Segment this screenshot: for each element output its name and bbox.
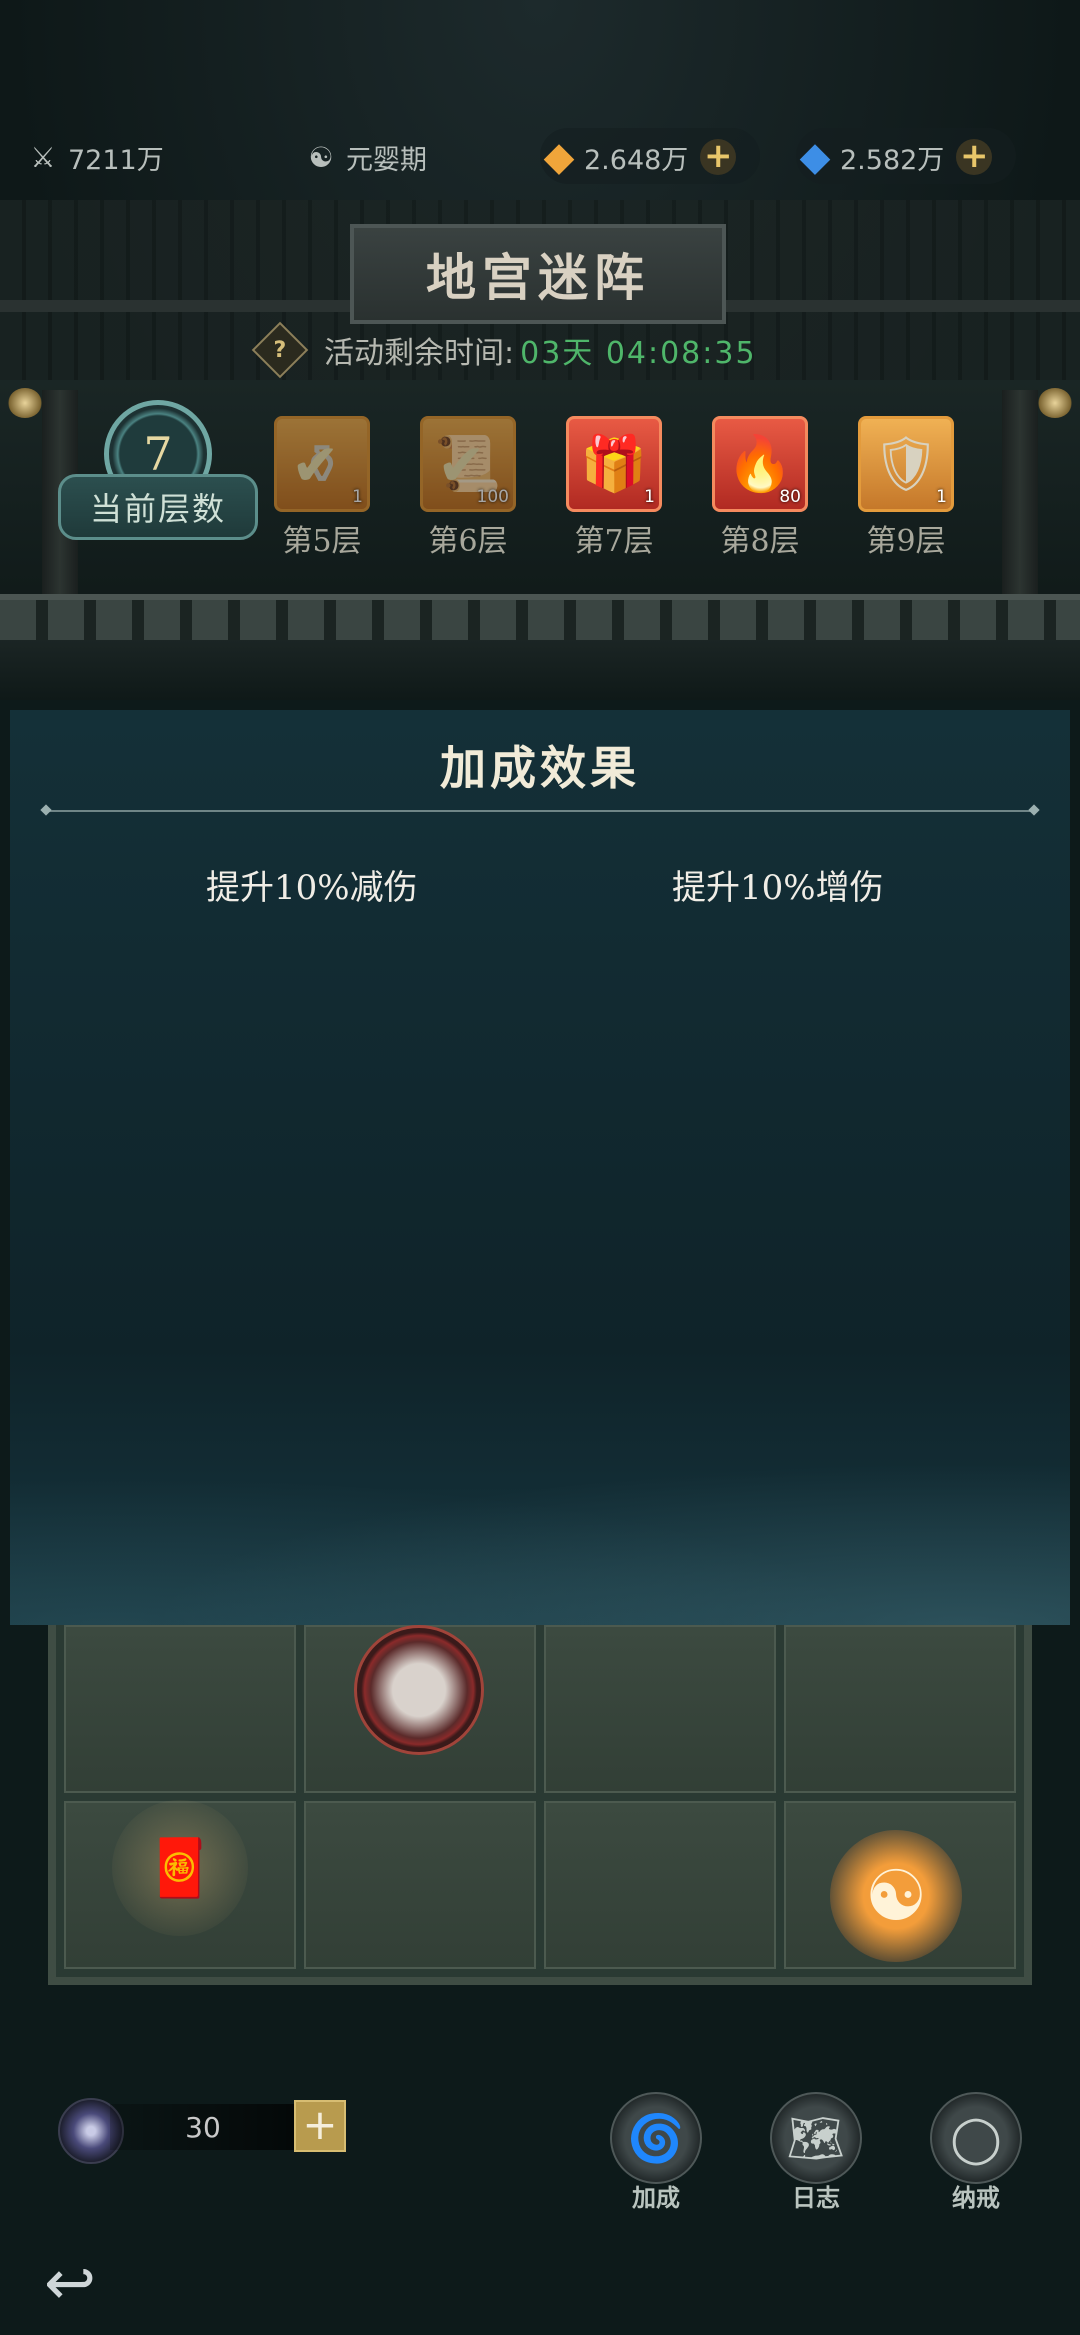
- storage-ring-button[interactable]: ◯ 纳戒: [928, 2092, 1024, 2213]
- blue-crystal-icon: ◆: [799, 134, 831, 180]
- wave-decoration: [10, 1435, 1070, 1625]
- armor-icon: 🛡 1: [858, 416, 954, 512]
- lantern-icon: [1038, 388, 1072, 418]
- storage-ring-label: 纳戒: [952, 2184, 1000, 2212]
- add-gold-gem-button[interactable]: +: [700, 139, 737, 175]
- reward-count: 1: [352, 487, 363, 507]
- red-charm-icon: 🔥 80: [712, 416, 808, 512]
- talisman-icon[interactable]: 🧧: [112, 1800, 248, 1936]
- reward-layer-5[interactable]: ⚱ ✔ 1 第5层: [272, 416, 372, 566]
- board-cell[interactable]: [304, 1801, 536, 1969]
- board-cell[interactable]: [544, 1625, 776, 1793]
- reward-count: 1: [936, 487, 947, 507]
- effect-damage-boost: 提升10%增伤: [672, 868, 884, 908]
- event-timer: ? 活动剩余时间: 03天 04:08:35: [251, 321, 840, 379]
- gold-gem-value: 2.648万: [584, 144, 689, 176]
- realm-display: ☯ 元婴期: [302, 132, 427, 182]
- timer-label: 活动剩余时间:: [324, 336, 515, 371]
- current-layer-badge: 7 当前层数: [58, 400, 258, 570]
- realm-value: 元婴期: [346, 144, 427, 176]
- taiji-icon: ☯: [308, 140, 334, 174]
- reward-layer-6[interactable]: 📜 ✔ 100 第6层: [418, 416, 518, 566]
- scroll-map-icon: 🗺: [770, 2092, 862, 2184]
- bonus-effects-panel: 加成效果 提升10%减伤 提升10%增伤: [10, 710, 1070, 1625]
- help-icon[interactable]: ?: [251, 321, 309, 379]
- hall-floor: [0, 640, 1080, 700]
- board-cell[interactable]: [64, 1625, 296, 1793]
- effect-damage-reduction: 提升10%减伤: [206, 868, 418, 908]
- reward-layer-7[interactable]: 🎁 1 第7层: [564, 416, 664, 566]
- board-cell[interactable]: [544, 1801, 776, 1969]
- ring-icon: ◯: [930, 2092, 1022, 2184]
- reward-count: 100: [476, 487, 509, 507]
- current-layer-label: 当前层数: [58, 474, 258, 540]
- board-cell[interactable]: [784, 1625, 1016, 1793]
- power-value: 7211万: [68, 144, 164, 176]
- reward-label: 第5层: [282, 524, 362, 559]
- reward-count: 1: [644, 487, 655, 507]
- back-arrow-icon[interactable]: ↩: [44, 2250, 124, 2316]
- blue-gem-value: 2.582万: [840, 144, 945, 176]
- gold-gem-display: ◆ 2.648万 +: [540, 132, 737, 182]
- reward-label: 第6层: [428, 524, 508, 559]
- lantern-icon: [8, 388, 42, 418]
- gold-scroll-icon: 📜 ✔ 100: [420, 416, 516, 512]
- reward-layer-9[interactable]: 🛡 1 第9层: [856, 416, 956, 566]
- blue-gem-display: ◆ 2.582万 +: [796, 132, 993, 182]
- crossed-swords-icon: ⚔: [30, 140, 56, 174]
- add-blue-gem-button[interactable]: +: [956, 139, 993, 175]
- bronze-vessel-icon: ⚱ ✔ 1: [274, 416, 370, 512]
- power-display: ⚔ 7211万: [24, 132, 164, 182]
- page-title: 地宫迷阵: [350, 224, 726, 324]
- panel-title: 加成效果: [440, 741, 640, 795]
- reward-label: 第8层: [720, 524, 800, 559]
- log-button[interactable]: 🗺 日志: [768, 2092, 864, 2213]
- amber-crystal-icon: ◆: [543, 134, 575, 180]
- reward-count: 80: [779, 487, 801, 507]
- player-avatar-token[interactable]: [354, 1625, 484, 1755]
- reward-label: 第7层: [574, 524, 654, 559]
- check-icon: ✔: [291, 431, 340, 499]
- energy-value: 30: [110, 2104, 296, 2150]
- swirl-icon: 🌀: [610, 2092, 702, 2184]
- panel-divider: [46, 810, 1034, 812]
- reward-layer-8[interactable]: 🔥 80 第8层: [710, 416, 810, 566]
- taiji-portal-icon[interactable]: ☯: [830, 1830, 962, 1962]
- bonus-label: 加成: [632, 2184, 680, 2212]
- reward-label: 第9层: [866, 524, 946, 559]
- log-label: 日志: [792, 2184, 840, 2212]
- bonus-button[interactable]: 🌀 加成: [608, 2092, 704, 2213]
- gift-box-icon: 🎁 1: [566, 416, 662, 512]
- railing: [0, 600, 1080, 640]
- timer-value: 03天 04:08:35: [520, 336, 757, 371]
- pillar-right: [1002, 390, 1038, 620]
- add-energy-button[interactable]: +: [294, 2100, 346, 2152]
